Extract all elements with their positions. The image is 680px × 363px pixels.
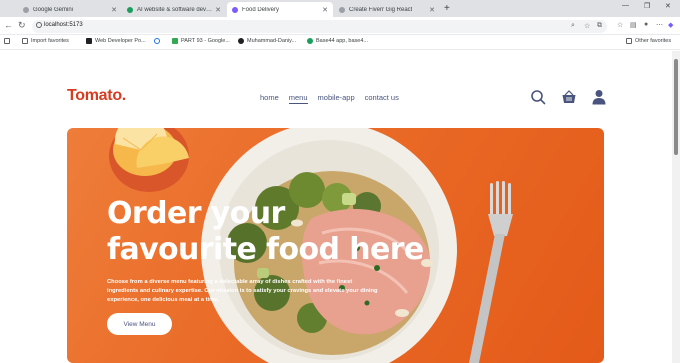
nav-mobile-app[interactable]: mobile-app xyxy=(318,93,355,104)
tab-close-icon[interactable]: ✕ xyxy=(212,6,221,14)
tab-label: Food Delivery xyxy=(242,6,280,13)
hero-description: Choose from a diverse menu featuring a d… xyxy=(107,279,378,303)
tab-close-icon[interactable]: ✕ xyxy=(319,6,328,14)
tab-label: Create Fiverr Gig React xyxy=(349,6,413,13)
basket-icon[interactable] xyxy=(561,89,577,105)
address-bar[interactable]: localhost:5173 ⌕ ☆ ⧉ xyxy=(32,20,607,33)
user-profile-icon[interactable] xyxy=(591,89,607,105)
back-icon[interactable]: ← xyxy=(4,20,13,31)
bookmark-item[interactable]: Base44 app, base4... xyxy=(307,38,368,44)
bookmarks-sidebar-icon[interactable] xyxy=(4,38,13,44)
favorite-star-icon[interactable]: ☆ xyxy=(584,22,590,30)
browser-tab[interactable]: Create Fiverr Gig React ✕ xyxy=(334,2,440,17)
tab-close-icon[interactable]: ✕ xyxy=(426,6,435,14)
other-favorites[interactable]: Other favorites xyxy=(626,38,671,44)
new-tab-icon[interactable]: + xyxy=(444,3,450,14)
browser-tab[interactable]: AI website & software developme ✕ xyxy=(122,2,226,17)
bookmark-label: Import favorites xyxy=(31,38,69,44)
bookmark-favicon-icon xyxy=(307,38,313,44)
minimize-icon[interactable]: — xyxy=(622,2,629,9)
tab-close-icon[interactable]: ✕ xyxy=(108,6,117,14)
bookmark-label: Web Developer Po... xyxy=(95,38,146,44)
tab-favicon-icon xyxy=(127,6,133,13)
folder-icon xyxy=(626,38,632,44)
tab-favicon-icon xyxy=(23,6,29,13)
favorites-icon[interactable]: ☆ xyxy=(617,21,623,29)
maximize-icon[interactable]: ❐ xyxy=(644,2,650,10)
main-nav: home menu mobile-app contact us xyxy=(260,93,399,104)
nav-menu[interactable]: menu xyxy=(288,93,308,104)
bookmark-item[interactable] xyxy=(154,38,163,44)
more-options-icon[interactable]: ⋯ xyxy=(656,21,663,29)
tab-label: AI website & software developme xyxy=(137,6,212,13)
bookmark-favicon-icon xyxy=(172,38,178,44)
view-menu-button[interactable]: View Menu xyxy=(107,313,172,335)
hero-title-line-2: favourite food here xyxy=(107,232,424,267)
refresh-icon[interactable]: ↻ xyxy=(18,20,26,31)
hero-banner: Order your favourite food here Choose fr… xyxy=(67,128,604,363)
bookmark-label: PART 93 - Google... xyxy=(181,38,230,44)
import-icon xyxy=(22,38,28,44)
url-text[interactable]: localhost:5173 xyxy=(44,22,83,28)
bookmark-favicon-icon xyxy=(154,38,160,44)
tab-favicon-icon xyxy=(339,6,345,13)
site-info-icon[interactable] xyxy=(36,22,42,28)
bookmark-item[interactable]: Web Developer Po... xyxy=(86,38,146,44)
tab-favicon-icon xyxy=(232,6,238,13)
address-bar-row: ← ↻ localhost:5173 ⌕ ☆ ⧉ ☆ ▤ ● ⋯ ◆ xyxy=(0,17,680,35)
bookmark-item[interactable]: Muhammad-Daniy... xyxy=(238,38,296,44)
zoom-icon[interactable]: ⌕ xyxy=(571,22,575,30)
other-favorites-label: Other favorites xyxy=(635,38,672,44)
nav-home[interactable]: home xyxy=(260,93,279,104)
reading-mode-icon[interactable]: ⧉ xyxy=(597,22,602,30)
browser-tab-bar: Google Gemini ✕ AI website & software de… xyxy=(0,0,680,17)
tab-label: Google Gemini xyxy=(33,6,74,13)
browser-tab[interactable]: Google Gemini ✕ xyxy=(18,2,122,17)
copilot-icon[interactable]: ◆ xyxy=(668,21,673,29)
hero-title: Order your favourite food here xyxy=(107,196,427,268)
github-icon xyxy=(238,38,244,44)
bookmarks-bar: Import favorites Web Developer Po... PAR… xyxy=(0,36,680,50)
hero-title-line-1: Order your xyxy=(107,196,285,231)
close-window-icon[interactable]: ✕ xyxy=(665,2,671,10)
bookmark-label: Base44 app, base4... xyxy=(316,38,368,44)
site-logo[interactable]: Tomato. xyxy=(67,87,126,105)
collections-icon[interactable]: ▤ xyxy=(630,21,637,29)
browser-tab-active[interactable]: Food Delivery ✕ xyxy=(227,2,333,17)
bookmark-favicon-icon xyxy=(86,38,92,44)
search-icon[interactable] xyxy=(530,89,546,105)
bookmark-item[interactable]: Import favorites xyxy=(22,38,69,44)
bookmark-label: Muhammad-Daniy... xyxy=(247,38,297,44)
page-viewport: Tomato. home menu mobile-app contact us xyxy=(0,51,672,363)
profile-icon[interactable]: ● xyxy=(644,21,648,28)
bookmark-item[interactable]: PART 93 - Google... xyxy=(172,38,230,44)
scrollbar-thumb[interactable] xyxy=(674,59,678,155)
page-scrollbar[interactable] xyxy=(672,51,680,363)
nav-contact-us[interactable]: contact us xyxy=(365,93,399,104)
